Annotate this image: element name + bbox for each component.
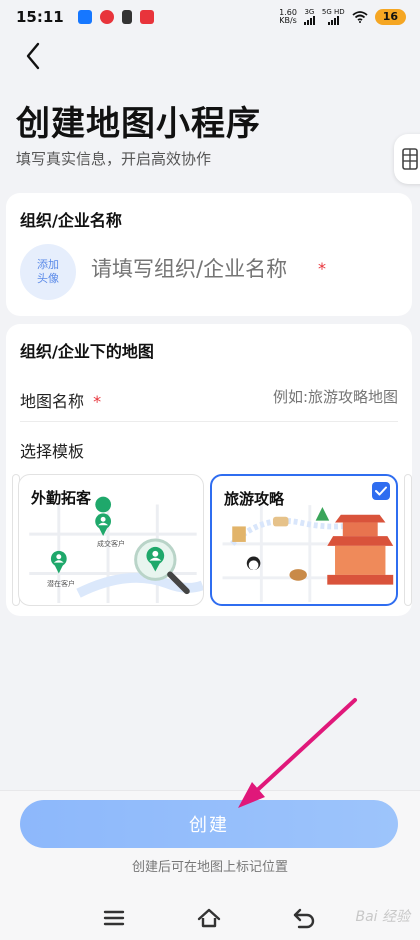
template-name: 外勤拓客: [31, 489, 92, 507]
map-name-label-text: 地图名称: [20, 392, 85, 411]
battery-indicator: 16: [374, 9, 406, 25]
selected-check: [372, 482, 390, 500]
watermark: Bai 经验: [355, 909, 410, 925]
template-name: 旅游攻略: [224, 490, 285, 508]
org-name-card: 组织/企业名称 添加 头像 *: [6, 193, 412, 316]
create-hint: 创建后可在地图上标记位置: [131, 860, 288, 875]
template-card-travel-guide[interactable]: 旅游攻略: [210, 474, 398, 606]
prospect-pin-icon: [50, 550, 67, 574]
map-card: 组织/企业下的地图 地图名称 * 选择模板 外勤拓客: [6, 324, 412, 616]
status-time: 15:11: [16, 8, 64, 26]
return-icon: [293, 908, 315, 929]
org-name-input[interactable]: [91, 257, 321, 281]
menu-button[interactable]: [100, 904, 128, 932]
required-mark: *: [93, 392, 102, 411]
alipay-icon: [77, 10, 92, 24]
page-subtitle: 填写真实信息，开启高效协作: [16, 150, 212, 168]
return-button[interactable]: [290, 904, 318, 932]
check-icon: [375, 486, 387, 496]
back-button[interactable]: [18, 40, 50, 72]
signal-bars-icon: [303, 16, 315, 25]
template-card-partial-right[interactable]: [404, 474, 412, 606]
sim2-signal: 5G HD: [322, 9, 345, 25]
side-floating-tab[interactable]: [394, 134, 420, 184]
bun-icon: [272, 516, 289, 527]
org-card-title: 组织/企业名称: [20, 211, 122, 230]
map-name-row: 地图名称 *: [20, 378, 398, 422]
home-icon: [197, 908, 221, 928]
calendar-icon: [139, 10, 154, 24]
status-bar: 15:11 1.60 KB/s 3G 5G HD 16: [0, 0, 420, 34]
net-speed-unit: KB/s: [279, 16, 297, 25]
create-button[interactable]: 创建: [20, 800, 398, 848]
template-label: 选择模板: [20, 442, 85, 461]
avatar-label-line2: 头像: [37, 272, 59, 285]
pin-label-prospect: 潜在客户: [47, 580, 75, 588]
map-name-label: 地图名称 *: [20, 388, 101, 412]
clipboard-icon: [121, 10, 132, 24]
net-speed: 1.60 KB/s: [279, 9, 297, 25]
app-notification-icon: [99, 10, 114, 24]
sim2-label: 5G HD: [321, 8, 345, 16]
page-title: 创建地图小程序: [16, 104, 261, 144]
pin-label-closed-customer: 成交客户: [97, 540, 125, 548]
avatar-label-line1: 添加: [37, 258, 59, 271]
map-name-input[interactable]: [238, 388, 398, 406]
template-card-field-sales[interactable]: 外勤拓客 成交客户 潜在客户: [18, 474, 204, 606]
grid-icon: [402, 148, 418, 170]
required-mark: *: [318, 259, 326, 278]
map-card-title: 组织/企业下的地图: [20, 342, 154, 361]
sim1-signal: 3G: [303, 8, 315, 25]
add-avatar-button[interactable]: 添加 头像: [20, 244, 76, 300]
menu-icon: [103, 910, 125, 926]
sim1-label: 3G: [304, 8, 315, 16]
wifi-icon: [352, 11, 368, 23]
home-button[interactable]: [195, 904, 223, 932]
pot-icon: [289, 569, 307, 581]
signal-bars-icon: [327, 16, 339, 25]
gate-icon: [232, 526, 246, 542]
back-arrow-icon: [26, 42, 40, 70]
tree-icon: [315, 507, 330, 521]
